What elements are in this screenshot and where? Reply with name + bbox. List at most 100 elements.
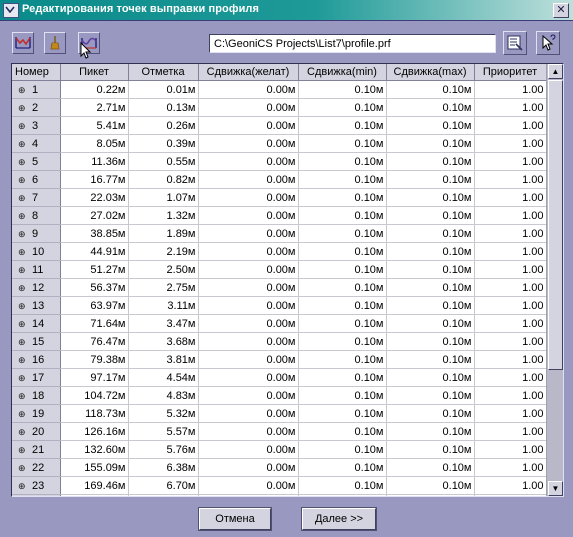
cell-priority[interactable]: 1.00 — [474, 98, 546, 117]
cell-priority[interactable]: 1.00 — [474, 296, 546, 315]
cell-shift-min[interactable]: 0.10м — [298, 278, 387, 297]
cell-shift-desired[interactable]: 0.00м — [198, 134, 299, 153]
cell-picket[interactable]: 79.38м — [60, 350, 129, 369]
cell-number[interactable]: ⊕ 20 — [12, 422, 61, 441]
cell-elevation[interactable]: 5.57м — [128, 422, 199, 441]
cell-shift-desired[interactable]: 0.00м — [198, 494, 299, 496]
table-row[interactable]: ⊕ 9 38.85м 1.89м 0.00м 0.10м 0.10м 1.00 — [12, 224, 546, 243]
cell-shift-max[interactable]: 0.10м — [386, 440, 475, 459]
cell-shift-max[interactable]: 0.10м — [386, 314, 475, 333]
cell-priority[interactable]: 1.00 — [474, 170, 546, 189]
table-row[interactable]: ⊕ 19 118.73м 5.32м 0.00м 0.10м 0.10м 1.00 — [12, 404, 546, 423]
cell-picket[interactable]: 104.72м — [60, 386, 129, 405]
cell-elevation[interactable]: 2.19м — [128, 242, 199, 261]
help-button[interactable] — [536, 31, 560, 55]
column-header-shift-desired[interactable]: Сдвижка(желат) — [198, 64, 299, 81]
cell-priority[interactable]: 1.00 — [474, 206, 546, 225]
cell-shift-desired[interactable]: 0.00м — [198, 116, 299, 135]
scroll-thumb[interactable] — [548, 80, 563, 370]
vertical-scrollbar[interactable]: ▲ ▼ — [546, 64, 563, 496]
cell-shift-max[interactable]: 0.10м — [386, 332, 475, 351]
table-row[interactable]: ⊕ 11 51.27м 2.50м 0.00м 0.10м 0.10м 1.00 — [12, 260, 546, 279]
cell-elevation[interactable]: 6.70м — [128, 476, 199, 495]
cell-shift-max[interactable]: 0.10м — [386, 206, 475, 225]
cell-number[interactable]: ⊕ 6 — [12, 170, 61, 189]
table-row[interactable]: ⊕ 15 76.47м 3.68м 0.00м 0.10м 0.10м 1.00 — [12, 332, 546, 351]
cell-shift-min[interactable]: 0.10м — [298, 368, 387, 387]
cell-picket[interactable]: 5.41м — [60, 116, 129, 135]
cell-number[interactable]: ⊕ 3 — [12, 116, 61, 135]
cell-priority[interactable]: 1.00 — [474, 278, 546, 297]
cell-shift-desired[interactable]: 0.00м — [198, 422, 299, 441]
cell-shift-min[interactable]: 0.10м — [298, 476, 387, 495]
cell-shift-min[interactable]: 0.10м — [298, 188, 387, 207]
table-row[interactable]: ⊕ 8 27.02м 1.32м 0.00м 0.10м 0.10м 1.00 — [12, 206, 546, 225]
cell-shift-min[interactable]: 0.10м — [298, 314, 387, 333]
table-row[interactable]: ⊕ 16 79.38м 3.81м 0.00м 0.10м 0.10м 1.00 — [12, 350, 546, 369]
cell-shift-desired[interactable]: 0.00м — [198, 368, 299, 387]
cell-priority[interactable]: 1.00 — [474, 224, 546, 243]
cell-shift-max[interactable]: 0.10м — [386, 494, 475, 496]
cell-priority[interactable]: 1.00 — [474, 152, 546, 171]
close-button[interactable]: ✕ — [553, 3, 569, 18]
cell-number[interactable]: ⊕ 5 — [12, 152, 61, 171]
cell-shift-desired[interactable]: 0.00м — [198, 278, 299, 297]
cell-priority[interactable]: 1.00 — [474, 134, 546, 153]
next-button[interactable]: Далее >> — [301, 507, 377, 531]
cell-shift-max[interactable]: 0.10м — [386, 116, 475, 135]
table-row[interactable]: ⊕ 5 11.36м 0.55м 0.00м 0.10м 0.10м 1.00 — [12, 152, 546, 171]
cell-shift-max[interactable]: 0.10м — [386, 242, 475, 261]
cell-shift-max[interactable]: 0.10м — [386, 188, 475, 207]
cell-number[interactable]: ⊕ 8 — [12, 206, 61, 225]
cell-elevation[interactable]: 5.76м — [128, 440, 199, 459]
cell-shift-min[interactable]: 0.10м — [298, 296, 387, 315]
cell-priority[interactable]: 1.00 — [474, 386, 546, 405]
cell-shift-desired[interactable]: 0.00м — [198, 386, 299, 405]
cell-shift-min[interactable]: 0.10м — [298, 152, 387, 171]
cell-elevation[interactable]: 2.50м — [128, 260, 199, 279]
cell-elevation[interactable]: 5.32м — [128, 404, 199, 423]
table-row[interactable]: ⊕ 17 97.17м 4.54м 0.00м 0.10м 0.10м 1.00 — [12, 368, 546, 387]
cell-shift-desired[interactable]: 0.00м — [198, 314, 299, 333]
table-row[interactable]: ⊕ 3 5.41м 0.26м 0.00м 0.10м 0.10м 1.00 — [12, 116, 546, 135]
cell-elevation[interactable]: 3.81м — [128, 350, 199, 369]
column-header-number[interactable]: Номер — [12, 64, 61, 81]
column-header-picket[interactable]: Пикет — [60, 64, 129, 81]
column-header-shift-max[interactable]: Сдвижка(max) — [386, 64, 475, 81]
cell-shift-desired[interactable]: 0.00м — [198, 260, 299, 279]
cell-shift-desired[interactable]: 0.00м — [198, 458, 299, 477]
cell-picket[interactable]: 22.03м — [60, 188, 129, 207]
cell-elevation[interactable]: 6.38м — [128, 458, 199, 477]
cell-number[interactable]: ⊕ 23 — [12, 476, 61, 495]
cell-shift-max[interactable]: 0.10м — [386, 404, 475, 423]
cell-number[interactable]: ⊕ 18 — [12, 386, 61, 405]
cell-shift-desired[interactable]: 0.00м — [198, 296, 299, 315]
cell-shift-min[interactable]: 0.10м — [298, 494, 387, 496]
cell-elevation[interactable]: 6.87м — [128, 494, 199, 496]
cell-picket[interactable]: 8.05м — [60, 134, 129, 153]
cell-shift-desired[interactable]: 0.00м — [198, 80, 299, 99]
table-row[interactable]: ⊕ 20 126.16м 5.57м 0.00м 0.10м 0.10м 1.00 — [12, 422, 546, 441]
cell-shift-min[interactable]: 0.10м — [298, 116, 387, 135]
cell-number[interactable]: ⊕ 22 — [12, 458, 61, 477]
cell-picket[interactable]: 169.46м — [60, 476, 129, 495]
cell-elevation[interactable]: 0.13м — [128, 98, 199, 117]
cell-number[interactable]: ⊕ 9 — [12, 224, 61, 243]
cell-number[interactable]: ⊕ 19 — [12, 404, 61, 423]
cell-shift-max[interactable]: 0.10м — [386, 278, 475, 297]
cell-picket[interactable]: 97.17м — [60, 368, 129, 387]
cell-elevation[interactable]: 2.75м — [128, 278, 199, 297]
cell-elevation[interactable]: 0.55м — [128, 152, 199, 171]
cell-priority[interactable]: 1.00 — [474, 188, 546, 207]
cell-priority[interactable]: 1.00 — [474, 494, 546, 496]
cell-shift-max[interactable]: 0.10м — [386, 476, 475, 495]
cell-shift-min[interactable]: 0.10м — [298, 458, 387, 477]
cell-shift-desired[interactable]: 0.00м — [198, 332, 299, 351]
profile-edit-button[interactable] — [12, 32, 34, 54]
cell-picket[interactable]: 126.16м — [60, 422, 129, 441]
cell-shift-max[interactable]: 0.10м — [386, 350, 475, 369]
cell-number[interactable]: ⊕ 15 — [12, 332, 61, 351]
cell-picket[interactable]: 132.60м — [60, 440, 129, 459]
cell-shift-desired[interactable]: 0.00м — [198, 206, 299, 225]
cell-priority[interactable]: 1.00 — [474, 440, 546, 459]
